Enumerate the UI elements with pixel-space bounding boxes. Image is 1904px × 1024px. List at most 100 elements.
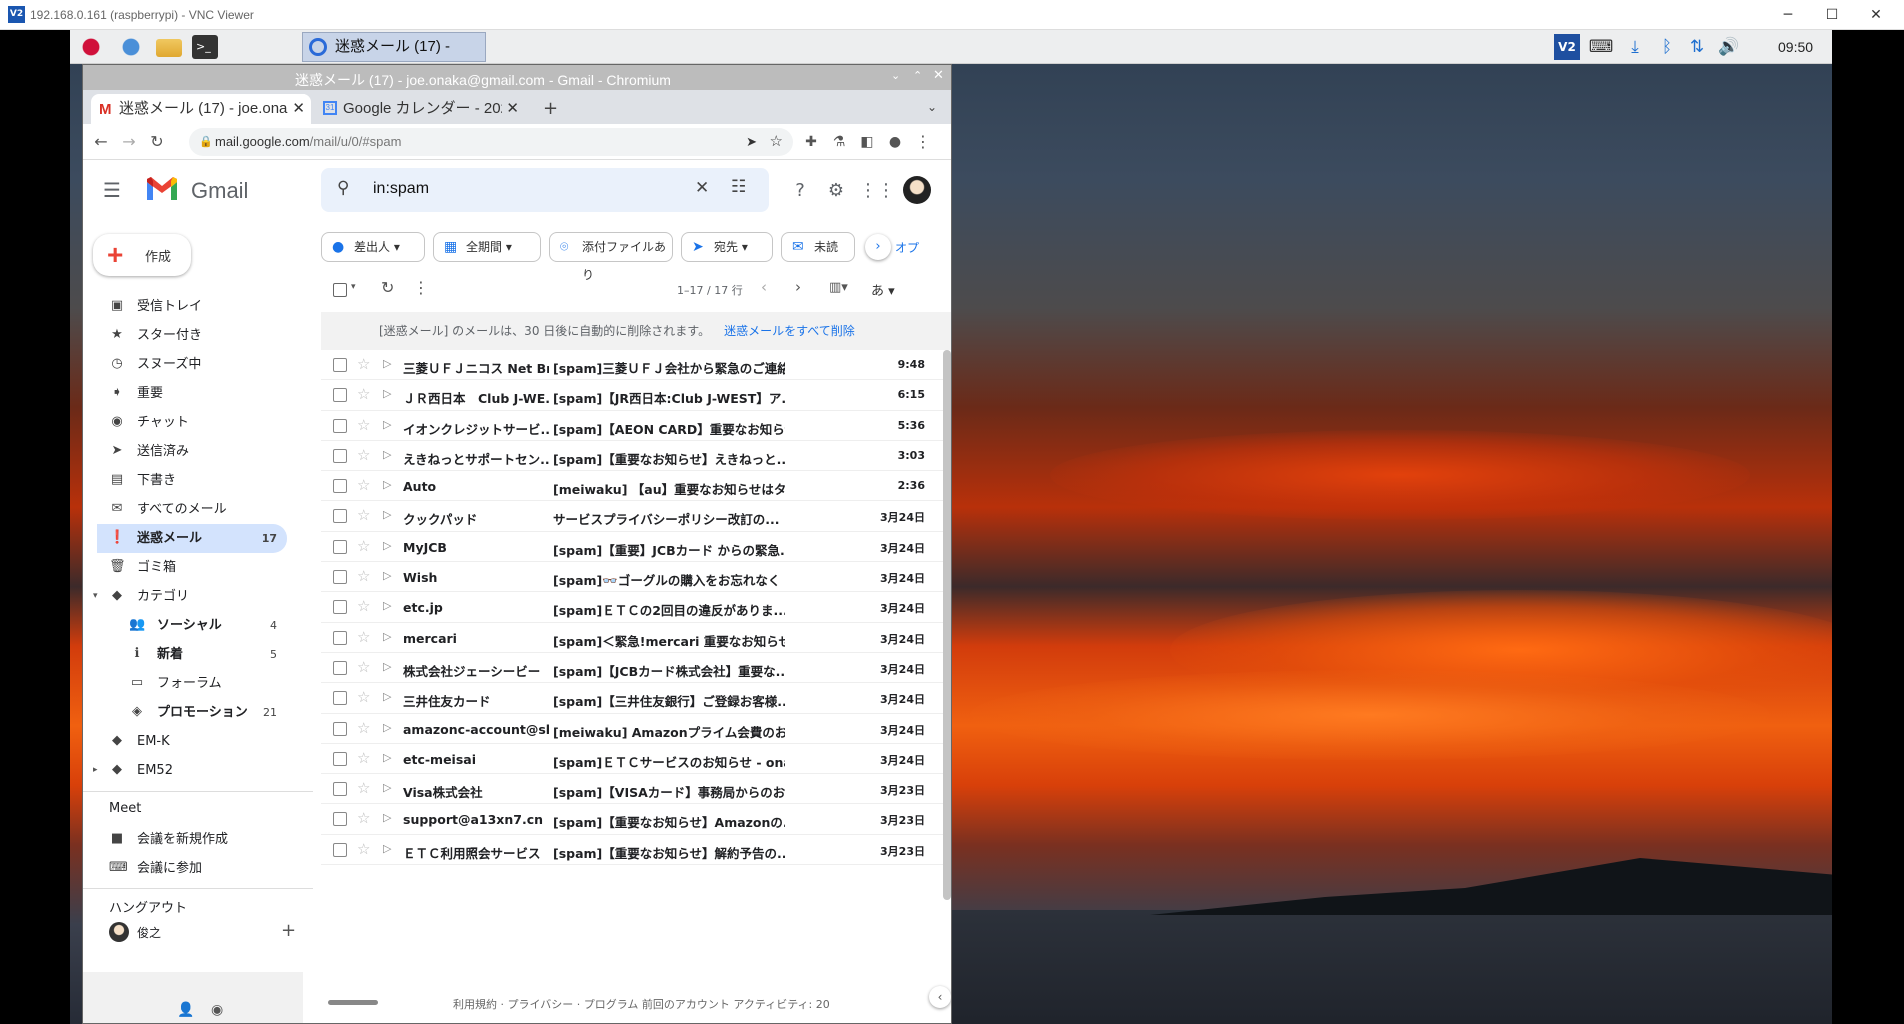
email-row[interactable]: ☆ ▷ えきねっとサポートセン... [spam]【重要なお知らせ】えきねっと... 3… — [321, 441, 951, 472]
star-icon[interactable]: ☆ — [357, 416, 370, 434]
bluetooth-icon[interactable]: ᛒ — [1654, 34, 1680, 60]
email-row[interactable]: ☆ ▷ support@a13xn7.cn [spam]【重要なお知らせ】Amazon… — [321, 804, 951, 835]
maximize-button[interactable]: ☐ — [1812, 4, 1852, 26]
side-panel-toggle-icon[interactable]: ‹ — [929, 986, 951, 1008]
star-icon[interactable]: ☆ — [357, 628, 370, 646]
taskbar-chromium-button[interactable]: 迷惑メール (17) - joe... — [302, 32, 486, 83]
row-checkbox[interactable] — [333, 418, 347, 433]
search-input[interactable]: in:spam — [373, 180, 429, 198]
row-checkbox[interactable] — [333, 509, 347, 524]
row-checkbox[interactable] — [333, 660, 347, 675]
importance-marker-icon[interactable]: ▷ — [383, 751, 391, 764]
url-field[interactable]: 🔒 mail.google.com/mail/u/0/#spam ➤ ☆ — [189, 128, 793, 156]
more-vert-icon[interactable]: ⋮ — [413, 278, 429, 297]
email-row[interactable]: ☆ ▷ amazonc-account@shjx...[meiwaku] Amazo… — [321, 714, 951, 744]
importance-marker-icon[interactable]: ▷ — [383, 508, 391, 521]
split-pane-icon[interactable]: ▥▾ — [829, 280, 848, 295]
sidebar-item-snoozed[interactable]: ◷ スヌーズ中 — [97, 350, 287, 379]
importance-marker-icon[interactable]: ▷ — [383, 690, 391, 703]
chevron-up-icon[interactable]: ⌃ — [913, 69, 922, 82]
email-row[interactable]: ☆ ▷ イオンクレジットサービ... [spam]【AEON CARD】重要なお知らせ… — [321, 411, 951, 441]
sidebar-item-label-em52[interactable]: ▸ ◆ EM52 — [93, 756, 287, 785]
row-checkbox[interactable] — [333, 570, 347, 585]
raspberry-icon[interactable] — [78, 35, 104, 59]
vnc-icon[interactable]: V2 — [1554, 34, 1580, 60]
clear-search-icon[interactable]: ✕ — [695, 178, 709, 198]
email-row[interactable]: ☆ ▷ 三菱ＵＦＪニコス Net Br... [spam]三菱ＵＦＪ会社から緊急のご連… — [321, 350, 951, 381]
keyboard-icon[interactable]: ⌨ — [1588, 34, 1614, 60]
network-icon[interactable]: ⇅ — [1684, 34, 1710, 60]
terminal-icon[interactable]: >_ — [192, 35, 218, 59]
tab-calendar[interactable]: 31 Google カレンダー - 202 ✕ — [315, 94, 525, 124]
avatar[interactable] — [903, 176, 931, 204]
expand-arrow-icon[interactable]: ▸ — [93, 756, 98, 785]
filter-attachment-chip[interactable]: ⌾ 添付ファイルあり — [549, 232, 673, 282]
row-checkbox[interactable] — [333, 358, 347, 372]
sidebar-item-label-emk[interactable]: ◆ EM-K — [97, 727, 287, 756]
importance-marker-icon[interactable]: ▷ — [383, 811, 391, 824]
globe-icon[interactable] — [118, 35, 144, 59]
sidebar-item-categories[interactable]: ▾ ◆ カテゴリ — [93, 582, 287, 611]
star-icon[interactable]: ☆ — [357, 809, 370, 827]
star-icon[interactable]: ☆ — [357, 840, 370, 858]
importance-marker-icon[interactable]: ▷ — [383, 569, 391, 582]
importance-marker-icon[interactable]: ▷ — [383, 660, 391, 673]
email-row[interactable]: ☆ ▷ 株式会社ジェーシービー [spam]【JCBカード株式会社】重要な... 3月2… — [321, 653, 951, 684]
star-icon[interactable]: ☆ — [357, 567, 370, 585]
star-icon[interactable]: ☆ — [357, 476, 370, 494]
sidebar-item-forums[interactable]: ▭ フォーラム — [97, 669, 287, 698]
back-icon[interactable]: ← — [89, 130, 113, 154]
star-icon[interactable]: ☆ — [357, 719, 370, 737]
email-row[interactable]: ☆ ▷ Auto [meiwaku] 【au】重要なお知らせはタ... 2:36 — [321, 471, 951, 502]
scrollbar[interactable] — [943, 350, 951, 900]
importance-marker-icon[interactable]: ▷ — [383, 539, 391, 552]
importance-marker-icon[interactable]: ▷ — [383, 357, 391, 370]
importance-marker-icon[interactable]: ▷ — [383, 448, 391, 461]
hangouts-avatar[interactable] — [109, 922, 129, 942]
sidebar-item-social[interactable]: 👥 ソーシャル 4 — [97, 611, 287, 640]
row-checkbox[interactable] — [333, 691, 347, 706]
sidebar-item-all-mail[interactable]: ✉ すべてのメール — [97, 495, 287, 524]
row-checkbox[interactable] — [333, 479, 347, 494]
email-row[interactable]: ☆ ▷ ＪＲ西日本 Club J-WE... [spam]【JR西日本:Club J-… — [321, 380, 951, 411]
sidebar-item-starred[interactable]: ★ スター付き — [97, 321, 287, 350]
chevron-right-icon[interactable]: › — [865, 234, 891, 260]
close-button[interactable]: ✕ — [1856, 4, 1896, 26]
sidebar-item-drafts[interactable]: ▤ 下書き — [97, 466, 287, 495]
person-icon[interactable]: 👤 — [177, 1002, 194, 1018]
email-row[interactable]: ☆ ▷ Visa株式会社 [spam]【VISAカード】事務局からのお... 3月23日 — [321, 774, 951, 805]
row-checkbox[interactable] — [333, 782, 347, 797]
hangouts-user[interactable]: 俊之 — [137, 924, 161, 941]
profile-icon[interactable]: ● — [883, 130, 907, 154]
filter-unread-chip[interactable]: ✉ 未読 — [781, 232, 855, 262]
filter-to-chip[interactable]: ➤ 宛先 ▾ — [681, 232, 773, 262]
download-icon[interactable]: ⤓ — [1622, 34, 1648, 60]
email-row[interactable]: ☆ ▷ ＥＴＣ利用照会サービス [spam]【重要なお知らせ】解約予告の... 3月23… — [321, 835, 951, 866]
advanced-search-link[interactable]: オプ — [895, 239, 919, 256]
row-checkbox[interactable] — [333, 630, 347, 645]
apps-grid-icon[interactable]: ⋮⋮ — [859, 178, 895, 204]
sidebar-item-sent[interactable]: ➤ 送信済み — [97, 437, 287, 466]
new-tab-icon[interactable]: + — [543, 98, 558, 119]
row-checkbox[interactable] — [333, 539, 347, 554]
forward-icon[interactable]: → — [117, 130, 141, 154]
meet-join[interactable]: ⌨ 会議に参加 — [97, 854, 287, 883]
next-page-icon[interactable]: › — [795, 278, 801, 296]
importance-marker-icon[interactable]: ▷ — [383, 721, 391, 734]
meet-new-meeting[interactable]: ■ 会議を新規作成 — [97, 825, 287, 854]
delete-all-spam-link[interactable]: 迷惑メールをすべて削除 — [724, 324, 855, 338]
expand-arrow-icon[interactable]: ▾ — [93, 582, 98, 611]
email-row[interactable]: ☆ ▷ etc.jp [spam]ＥＴＣの2回目の違反がありま... 3月24日 — [321, 592, 951, 623]
star-icon[interactable]: ☆ — [357, 658, 370, 676]
sidebar-item-spam[interactable]: ❗ 迷惑メール 17 — [97, 524, 287, 553]
star-icon[interactable]: ☆ — [357, 385, 370, 403]
sidebar-item-important[interactable]: ➧ 重要 — [97, 379, 287, 408]
minimize-button[interactable]: ─ — [1768, 4, 1808, 26]
horizontal-scrollbar[interactable] — [328, 1000, 378, 1005]
search-options-icon[interactable]: ☷ — [731, 177, 746, 197]
menu-dots-icon[interactable]: ⋮ — [911, 130, 935, 154]
row-checkbox[interactable] — [333, 388, 347, 403]
help-icon[interactable]: ? — [787, 178, 813, 204]
folder-icon[interactable] — [156, 39, 182, 57]
sidebar-item-updates[interactable]: ℹ 新着 5 — [97, 640, 287, 669]
